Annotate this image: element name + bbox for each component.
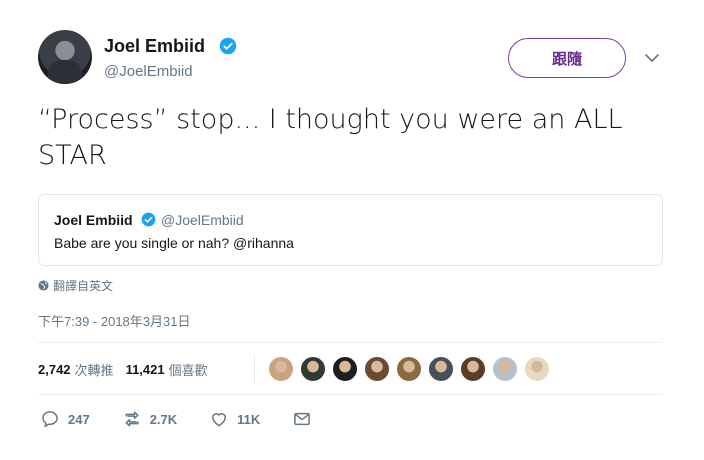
verified-badge-icon [141, 212, 156, 227]
chevron-down-icon[interactable] [644, 50, 660, 66]
like-count[interactable]: 11,421 [126, 362, 165, 377]
verified-badge-icon [219, 37, 237, 55]
engagement-stats: 2,742 次轉推 11,421 個喜歡 [38, 356, 208, 382]
author-name[interactable]: Joel Embiid [104, 36, 205, 57]
divider [38, 342, 662, 343]
reply-icon [42, 411, 58, 428]
globe-icon [38, 280, 49, 291]
stats-divider [254, 354, 255, 384]
like-button[interactable]: 11K [209, 409, 260, 429]
quoted-author-handle[interactable]: @JoelEmbiid [161, 212, 244, 228]
quoted-tweet-text: Babe are you single or nah? @rihanna [54, 235, 294, 251]
liker-avatar[interactable] [428, 356, 454, 382]
liker-avatars [268, 356, 550, 382]
retweet-icon [125, 411, 139, 427]
quoted-tweet[interactable]: Joel Embiid @JoelEmbiid Babe are you sin… [38, 194, 663, 266]
direct-message-button[interactable] [292, 409, 320, 429]
liker-avatar[interactable] [492, 356, 518, 382]
retweet-button[interactable]: 2.7K [122, 409, 177, 429]
liker-avatar[interactable] [364, 356, 390, 382]
author-avatar[interactable] [38, 30, 92, 84]
retweet-count[interactable]: 2,742 [38, 362, 71, 377]
liker-avatar[interactable] [460, 356, 486, 382]
tweet-actions: 247 2.7K 11K [40, 409, 352, 429]
heart-icon [212, 413, 227, 427]
translate-link[interactable]: 翻譯自英文 [38, 277, 113, 294]
translate-label[interactable]: 翻譯自英文 [53, 277, 113, 294]
follow-button[interactable]: 跟隨 [508, 38, 626, 78]
message-icon [294, 412, 311, 426]
retweet-action-count: 2.7K [149, 411, 178, 427]
liker-avatar[interactable] [300, 356, 326, 382]
liker-avatar[interactable] [332, 356, 358, 382]
divider [38, 394, 662, 395]
reply-count: 247 [68, 411, 90, 427]
liker-avatar[interactable] [524, 356, 550, 382]
like-label[interactable]: 個喜歡 [169, 360, 208, 379]
tweet-text: “Process” stop... I thought you were an … [38, 104, 623, 171]
retweet-label[interactable]: 次轉推 [75, 360, 114, 379]
tweet-timestamp[interactable]: 下午7:39 - 2018年3月31日 [38, 311, 190, 330]
reply-button[interactable]: 247 [40, 409, 90, 429]
liker-avatar[interactable] [268, 356, 294, 382]
quoted-author-name[interactable]: Joel Embiid [54, 212, 133, 228]
liker-avatar[interactable] [396, 356, 422, 382]
like-action-count: 11K [237, 411, 261, 427]
author-handle[interactable]: @JoelEmbiid [104, 63, 193, 80]
